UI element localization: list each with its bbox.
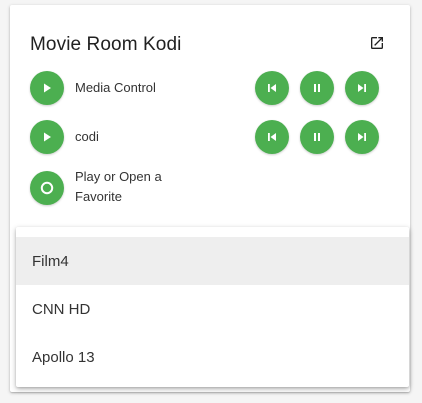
favorite-row: Play or Open a Favorite [30,169,230,205]
favorites-dropdown: Film4 CNN HD Apollo 13 [16,227,409,387]
dropdown-item-cnn-hd[interactable]: CNN HD [16,285,409,333]
previous-button[interactable] [255,71,289,105]
pause-icon [314,84,320,92]
skip-next-icon [358,133,366,141]
dropdown-item-apollo-13[interactable]: Apollo 13 [16,333,409,381]
pause-button[interactable] [300,71,334,105]
card-title: Movie Room Kodi [30,34,182,55]
pause-icon [314,133,320,141]
media-card: Movie Room Kodi Media Control codi Play … [10,5,410,392]
media-control-row: Media Control [30,71,390,105]
open-in-new-icon[interactable] [369,35,385,51]
codi-row: codi [30,120,390,154]
circle-outline-icon [40,181,54,195]
previous-button[interactable] [255,120,289,154]
play-button[interactable] [30,71,64,105]
play-favorite-button[interactable] [30,171,64,205]
row-label: Play or Open a Favorite [75,169,162,204]
skip-previous-icon [268,133,276,141]
row-label: Media Control [75,80,156,95]
skip-next-icon [358,84,366,92]
pause-button[interactable] [300,120,334,154]
row-label: codi [75,129,99,144]
play-button[interactable] [30,120,64,154]
next-button[interactable] [345,71,379,105]
next-button[interactable] [345,120,379,154]
play-icon [44,83,51,93]
dropdown-item-film4[interactable]: Film4 [16,237,409,285]
skip-previous-icon [268,84,276,92]
play-icon [44,132,51,142]
